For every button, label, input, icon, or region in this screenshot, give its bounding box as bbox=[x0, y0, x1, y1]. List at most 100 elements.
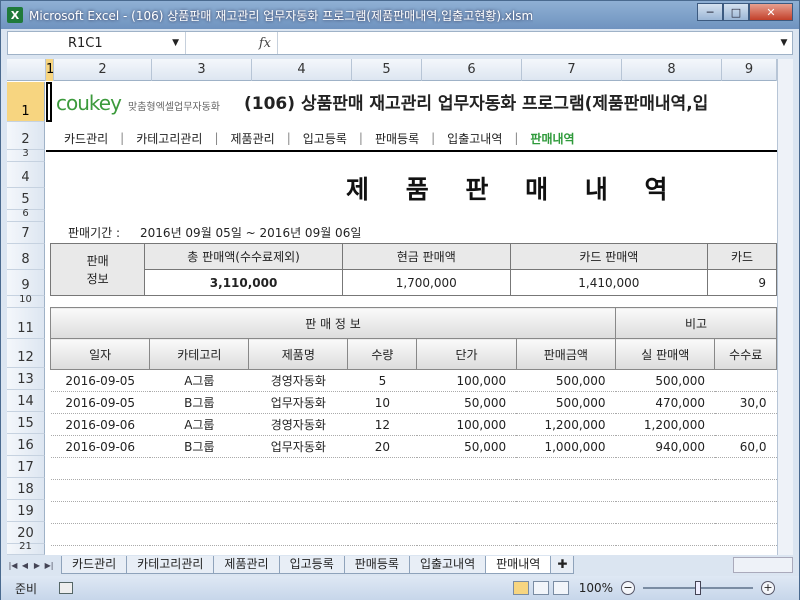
row-header[interactable]: 15 bbox=[7, 412, 45, 434]
cell-date: 2016-09-06 bbox=[50, 413, 150, 436]
chevron-down-icon[interactable]: ▼ bbox=[172, 38, 179, 48]
zoom-in-button[interactable]: + bbox=[761, 581, 775, 595]
summary-value[interactable]: 3,110,000 bbox=[144, 269, 343, 296]
row-header[interactable]: 1 bbox=[7, 82, 45, 122]
zoom-slider[interactable] bbox=[643, 581, 753, 595]
expand-formula-bar-icon[interactable]: ▼ bbox=[776, 38, 792, 48]
tab-inout-history[interactable]: 입출고내역 bbox=[408, 556, 487, 574]
table-row[interactable] bbox=[50, 501, 777, 524]
row-header[interactable]: 11 bbox=[7, 308, 45, 339]
summary-value[interactable]: 9 bbox=[706, 269, 777, 296]
cell-date: 2016-09-05 bbox=[50, 391, 150, 414]
table-row[interactable]: 2016-09-05 A그룹 경영자동화 5 100,000 500,000 500,000 bbox=[50, 369, 777, 392]
page-break-view-button[interactable] bbox=[552, 581, 569, 595]
vertical-scrollbar[interactable] bbox=[777, 59, 793, 555]
nav-product[interactable]: 제품관리 bbox=[219, 130, 287, 147]
row-header[interactable]: 4 bbox=[7, 162, 45, 188]
tab-card[interactable]: 카드관리 bbox=[61, 556, 128, 574]
column-header[interactable]: 1 bbox=[46, 59, 54, 81]
zoom-level[interactable]: 100% bbox=[579, 581, 613, 595]
column-header[interactable]: 8 bbox=[622, 59, 722, 81]
row-header[interactable]: 18 bbox=[7, 478, 45, 500]
name-box-value: R1C1 bbox=[68, 35, 103, 51]
row-header[interactable]: 17 bbox=[7, 456, 45, 478]
prev-sheet-icon[interactable]: ◀ bbox=[19, 561, 31, 570]
row-header[interactable]: 5 bbox=[7, 188, 45, 210]
tab-sales-entry[interactable]: 판매등록 bbox=[343, 556, 410, 574]
column-header[interactable]: 4 bbox=[252, 59, 352, 81]
window-title: Microsoft Excel - (106) 상품판매 재고관리 업무자동화 … bbox=[29, 8, 534, 23]
next-sheet-icon[interactable]: ▶ bbox=[31, 561, 43, 570]
table-row[interactable] bbox=[50, 457, 777, 480]
formula-bar: R1C1 ▼ fx ▼ bbox=[7, 31, 793, 55]
row-header[interactable]: 9 bbox=[7, 270, 45, 296]
zoom-slider-knob[interactable] bbox=[695, 581, 701, 595]
column-title: 제품명 bbox=[248, 338, 349, 370]
table-row[interactable] bbox=[50, 523, 777, 546]
row-header[interactable]: 14 bbox=[7, 390, 45, 412]
cell-amount: 500,000 bbox=[516, 391, 616, 414]
column-header[interactable]: 2 bbox=[54, 59, 152, 81]
cell-category: B그룹 bbox=[149, 435, 249, 458]
maximize-button[interactable]: □ bbox=[723, 3, 749, 21]
sales-period: 판매기간 : 2016년 09월 05일 ~ 2016년 09월 06일 bbox=[68, 224, 361, 241]
row-header[interactable]: 19 bbox=[7, 500, 45, 522]
tab-product[interactable]: 제품관리 bbox=[213, 556, 280, 574]
nav-category[interactable]: 카테고리관리 bbox=[124, 130, 214, 147]
insert-sheet-icon[interactable]: ✚ bbox=[550, 556, 575, 574]
zoom-out-button[interactable]: − bbox=[621, 581, 635, 595]
minimize-button[interactable]: ─ bbox=[697, 3, 723, 21]
excel-app-icon[interactable]: X bbox=[7, 7, 23, 23]
summary-value[interactable]: 1,410,000 bbox=[509, 269, 708, 296]
cell-qty: 12 bbox=[347, 413, 417, 436]
first-sheet-icon[interactable]: |◀ bbox=[7, 561, 19, 570]
row-header[interactable]: 6 bbox=[7, 208, 45, 222]
table-row[interactable]: 2016-09-05 B그룹 업무자동화 10 50,000 500,000 470,000… bbox=[50, 391, 777, 414]
active-cell[interactable] bbox=[46, 82, 52, 122]
name-box[interactable]: R1C1 ▼ bbox=[8, 32, 186, 54]
sheet-tab-bar: |◀ ◀ ▶ ▶| 카드관리 카테고리관리 제품관리 입고등록 판매등록 입출고… bbox=[7, 555, 793, 575]
close-button[interactable]: ✕ bbox=[749, 3, 793, 21]
group-header-sales: 판 매 정 보 bbox=[49, 307, 617, 339]
column-header[interactable]: 5 bbox=[352, 59, 422, 81]
row-header[interactable]: 7 bbox=[7, 222, 45, 244]
row-header[interactable]: 12 bbox=[7, 339, 45, 368]
column-header[interactable]: 9 bbox=[722, 59, 777, 81]
row-header[interactable]: 21 bbox=[7, 541, 45, 555]
row-header[interactable]: 13 bbox=[7, 368, 45, 390]
row-header[interactable]: 16 bbox=[7, 434, 45, 456]
nav-sales-entry[interactable]: 판매등록 bbox=[363, 130, 431, 147]
cell-amount: 500,000 bbox=[516, 369, 616, 392]
formula-input[interactable] bbox=[278, 32, 776, 54]
horizontal-scrollbar[interactable] bbox=[733, 557, 793, 573]
cell-area[interactable]: coukey 맞춤형엑셀업무자동화 (106) 상품판매 재고관리 업무자동화 … bbox=[46, 82, 777, 555]
worksheet-grid[interactable]: 1 2 3 4 5 6 7 8 9 1 2 3 4 5 6 7 8 9 10 1… bbox=[7, 59, 777, 555]
table-row[interactable]: 2016-09-06 B그룹 업무자동화 20 50,000 1,000,000 940,0… bbox=[50, 435, 777, 458]
divider bbox=[46, 150, 777, 152]
last-sheet-icon[interactable]: ▶| bbox=[43, 561, 55, 570]
tab-sales-history[interactable]: 판매내역 bbox=[485, 556, 552, 574]
cell-net: 1,200,000 bbox=[615, 413, 715, 436]
row-header[interactable]: 2 bbox=[7, 122, 45, 150]
nav-stock-in[interactable]: 입고등록 bbox=[291, 130, 359, 147]
row-header[interactable]: 8 bbox=[7, 244, 45, 270]
column-header[interactable]: 7 bbox=[522, 59, 622, 81]
tab-stock-in[interactable]: 입고등록 bbox=[278, 556, 345, 574]
table-row[interactable]: 2016-09-06 A그룹 경영자동화 12 100,000 1,200,000 1,20… bbox=[50, 413, 777, 436]
column-header[interactable]: 3 bbox=[152, 59, 252, 81]
macro-record-icon[interactable] bbox=[59, 582, 74, 594]
insert-function-button[interactable]: fx bbox=[186, 32, 278, 54]
page-layout-view-button[interactable] bbox=[532, 581, 549, 595]
normal-view-button[interactable] bbox=[512, 581, 529, 595]
summary-value[interactable]: 1,700,000 bbox=[341, 269, 511, 296]
row-header[interactable]: 10 bbox=[7, 294, 45, 308]
select-all-corner[interactable] bbox=[7, 59, 46, 81]
nav-sales-history[interactable]: 판매내역 bbox=[518, 130, 586, 147]
column-header[interactable]: 6 bbox=[422, 59, 522, 81]
tab-category[interactable]: 카테고리관리 bbox=[126, 556, 215, 574]
nav-card[interactable]: 카드관리 bbox=[52, 130, 120, 147]
row-header[interactable]: 3 bbox=[7, 148, 45, 162]
nav-inout-history[interactable]: 입출고내역 bbox=[435, 130, 514, 147]
table-row[interactable] bbox=[50, 479, 777, 502]
summary-header: 카드 bbox=[706, 243, 777, 270]
